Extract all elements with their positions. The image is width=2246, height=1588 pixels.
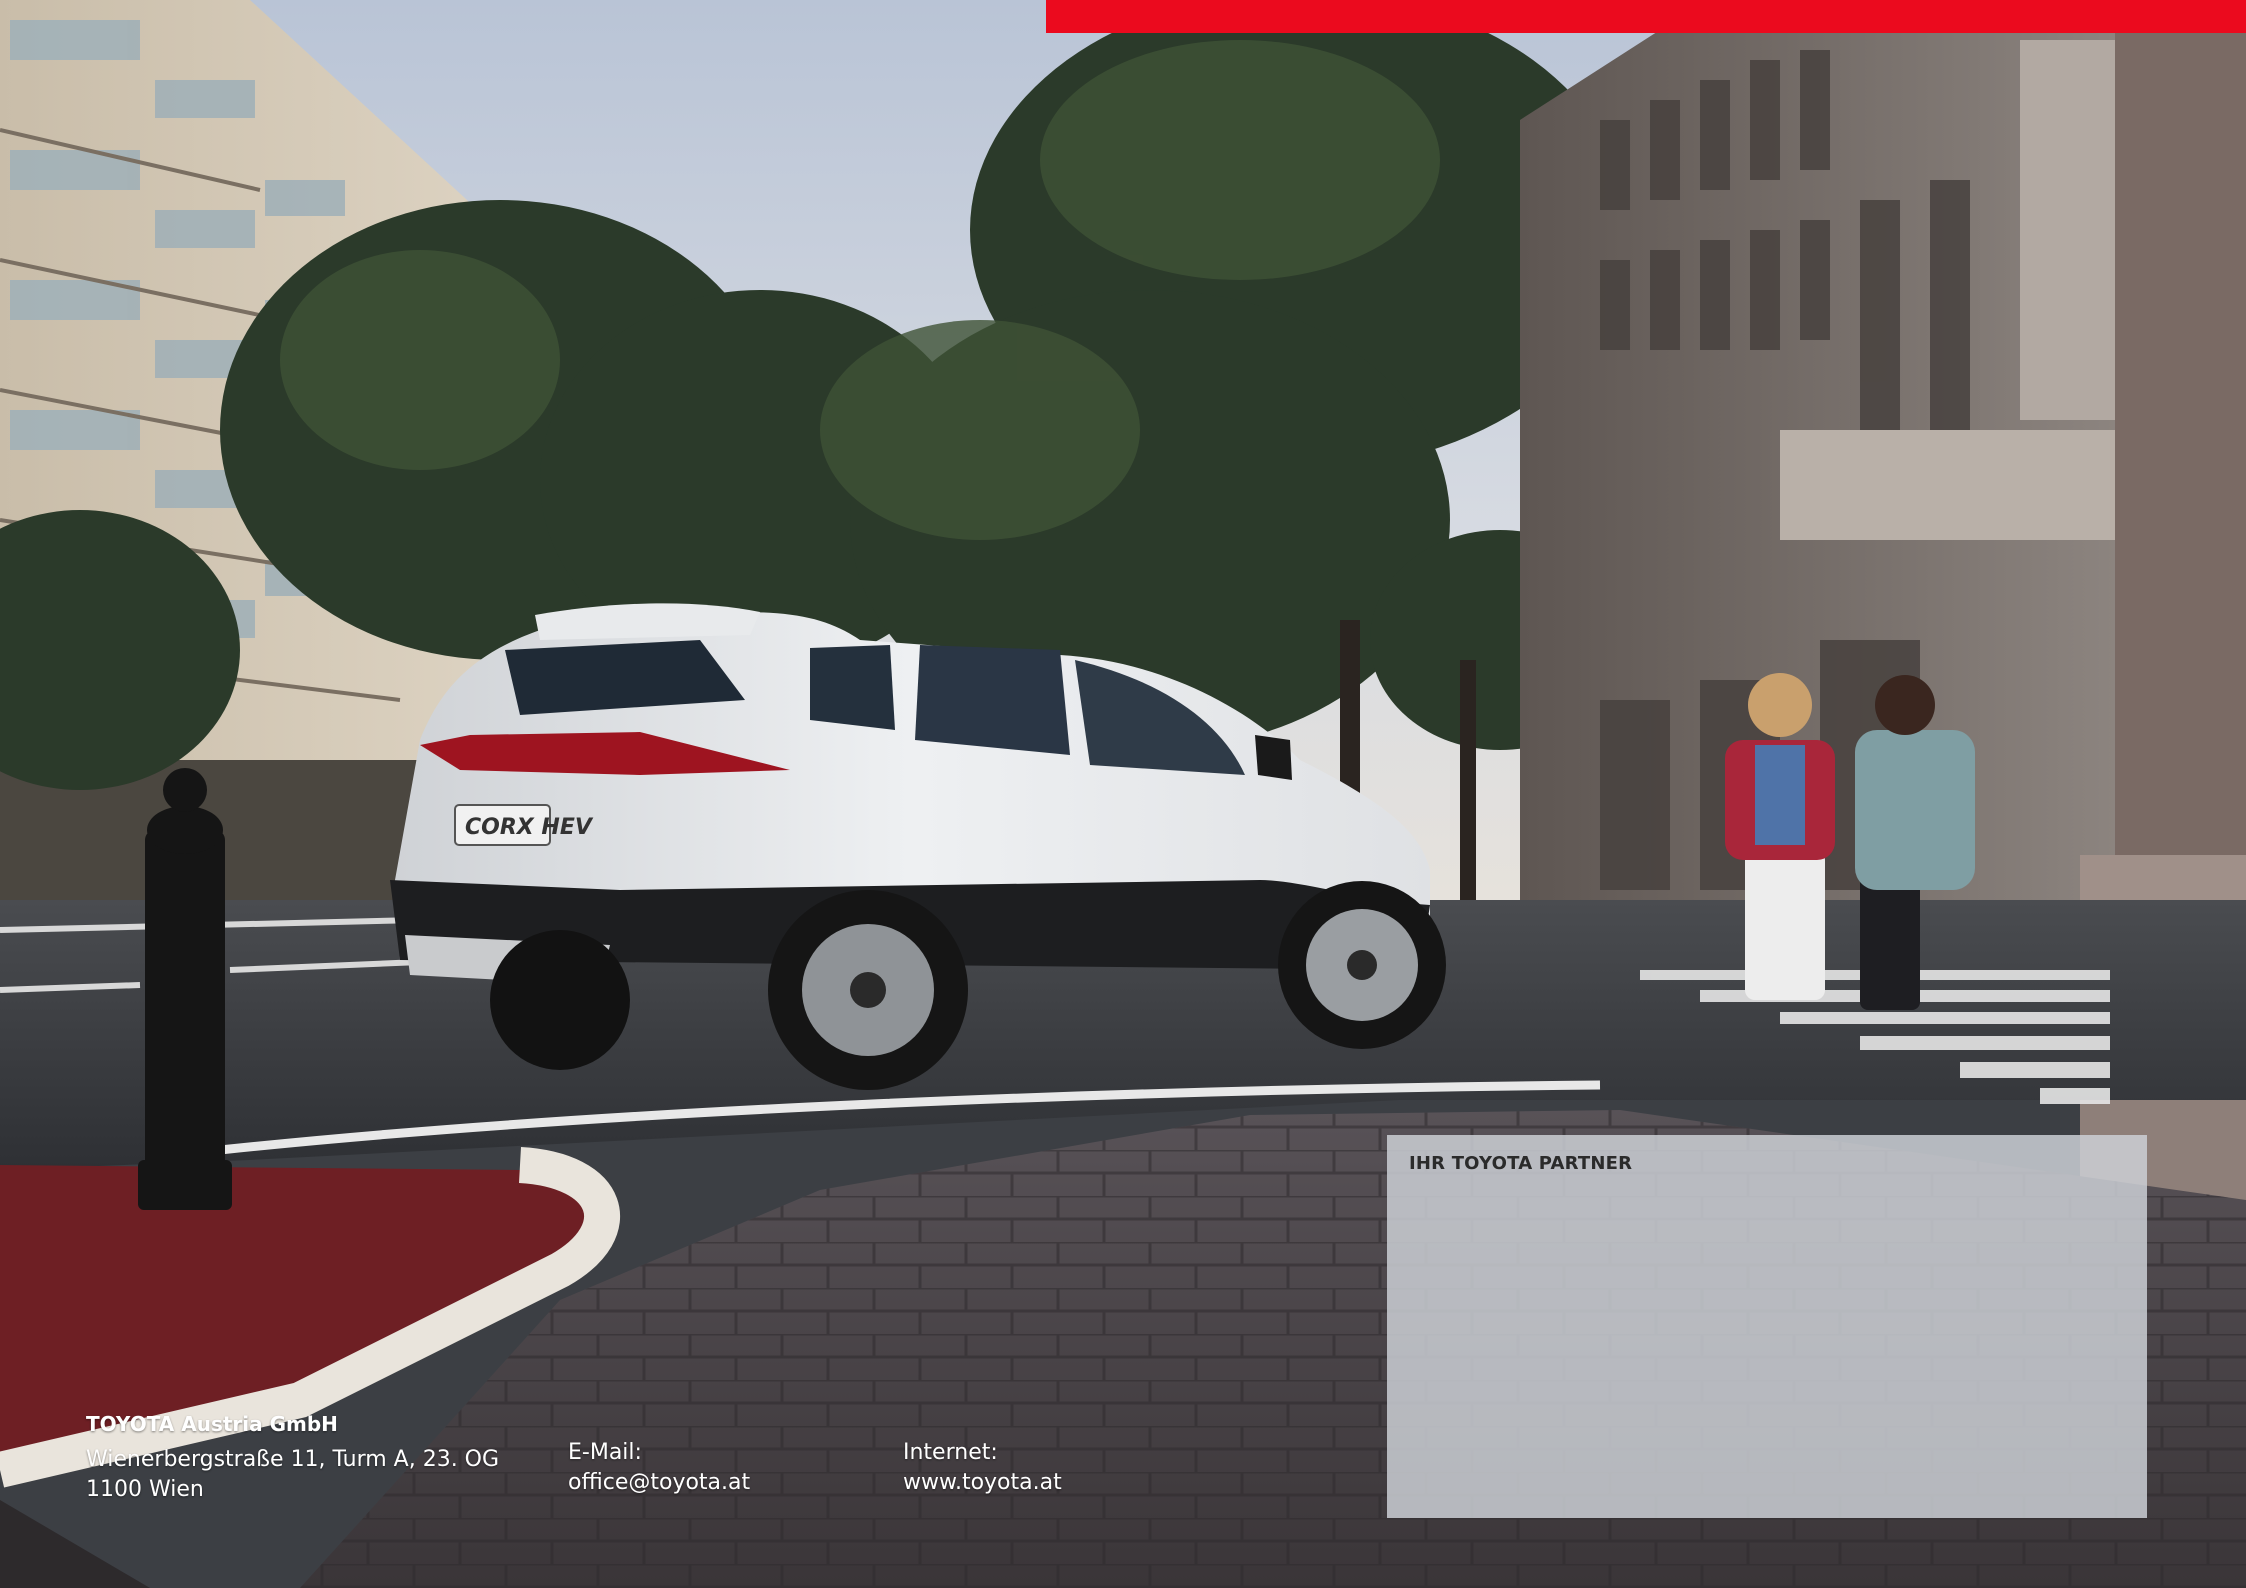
email-link[interactable]: office@toyota.at — [568, 1468, 868, 1498]
email-label: E-Mail: — [568, 1440, 642, 1465]
address-line-2: 1100 Wien — [86, 1477, 204, 1502]
company-name: TOYOTA Austria GmbH — [86, 1412, 338, 1436]
company-address-block: TOYOTA Austria GmbH Wienerbergstraße 11,… — [86, 1409, 506, 1505]
dealer-partner-box: IHR TOYOTA PARTNER — [1387, 1135, 2147, 1518]
internet-label: Internet: — [903, 1440, 998, 1465]
internet-block: Internet: www.toyota.at — [903, 1438, 1203, 1498]
brand-red-bar — [1046, 0, 2246, 33]
partner-label: IHR TOYOTA PARTNER — [1409, 1153, 1633, 1174]
email-block: E-Mail: office@toyota.at — [568, 1438, 868, 1498]
license-plate-text: CORX HEV — [465, 815, 594, 840]
website-link[interactable]: www.toyota.at — [903, 1468, 1203, 1498]
address-line-1: Wienerbergstraße 11, Turm A, 23. OG — [86, 1447, 500, 1472]
